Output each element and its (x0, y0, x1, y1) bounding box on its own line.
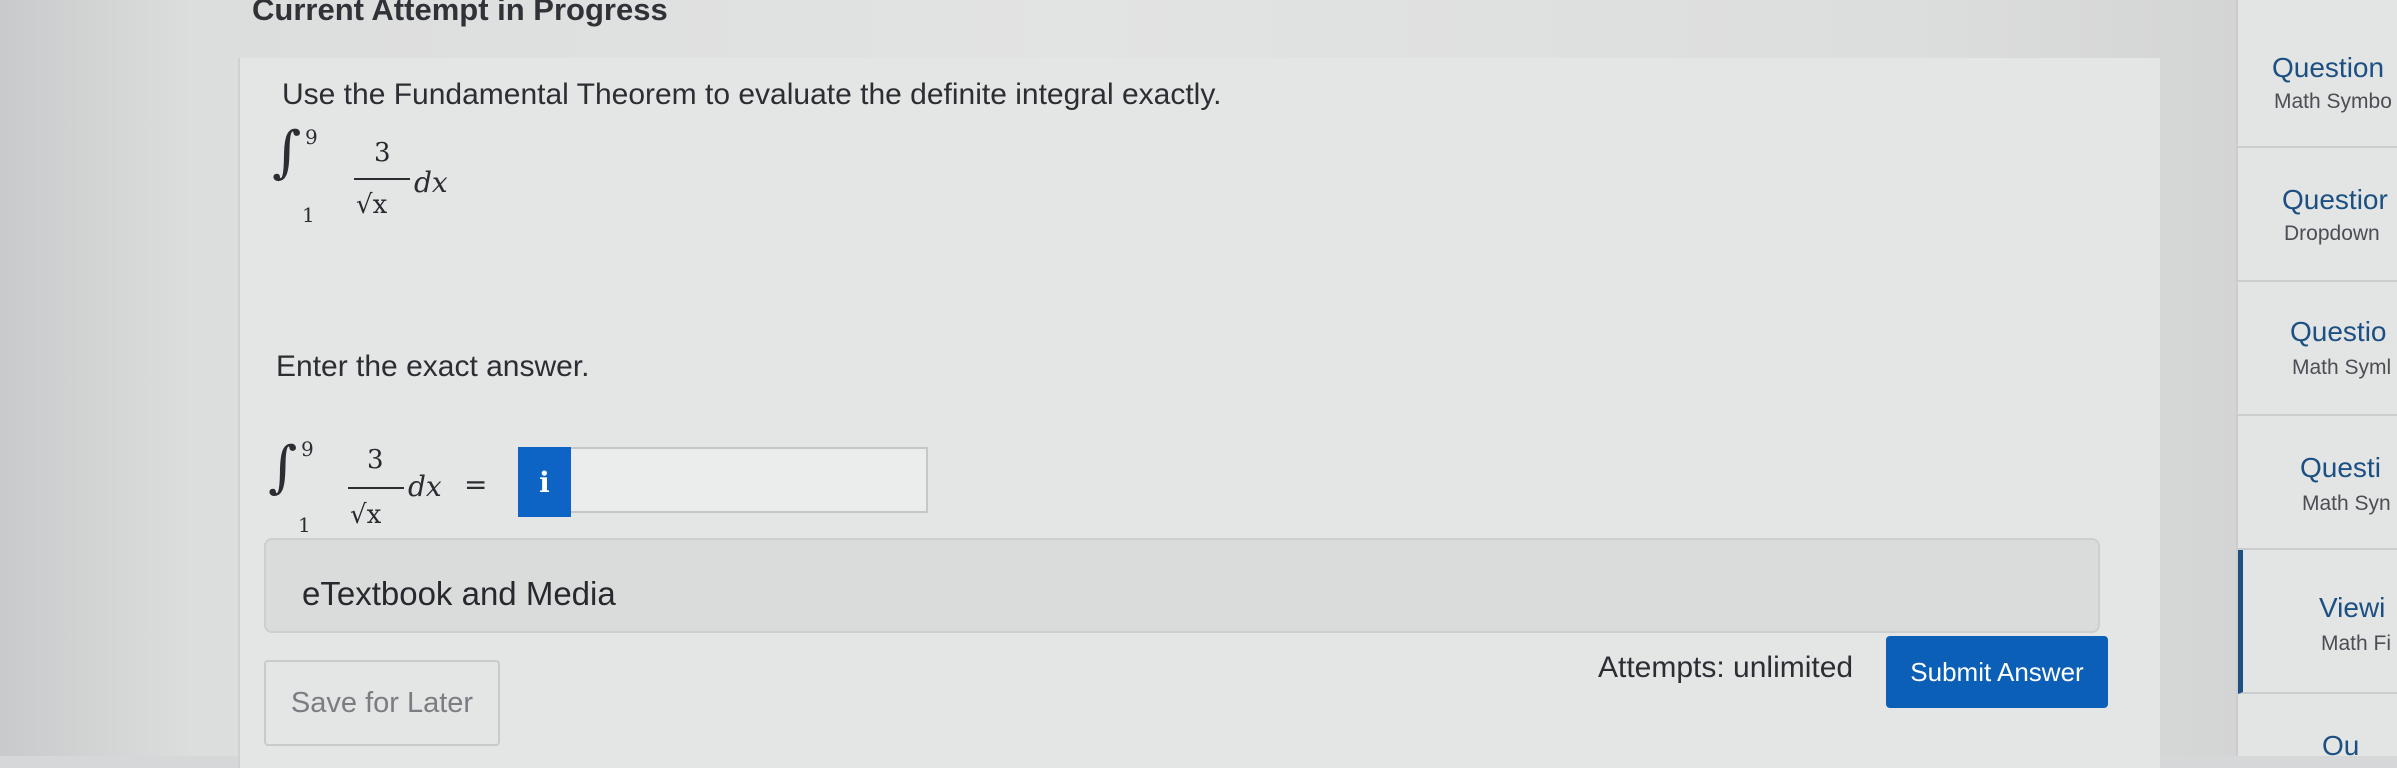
sidebar-item-title: Ou (2322, 730, 2360, 756)
question-sidebar: Question Math Symbo Questior Dropdown Qu… (2236, 0, 2397, 756)
fraction-bar (348, 487, 404, 489)
page-title: Current Attempt in Progress (252, 0, 668, 27)
sidebar-item-subtitle: Math Syn (2302, 492, 2391, 515)
save-for-later-button[interactable]: Save for Later (264, 660, 500, 746)
sidebar-item-subtitle: Math Syml (2292, 356, 2392, 379)
integral-lower-limit: 1 (298, 513, 311, 537)
sidebar-item-subtitle: Dropdown (2284, 222, 2380, 245)
sidebar-item-title: Viewi (2319, 592, 2386, 623)
info-icon[interactable]: i (518, 447, 571, 517)
differential: dx (414, 166, 448, 199)
etextbook-media-label: eTextbook and Media (302, 575, 616, 612)
sidebar-item-title: Questio (2290, 316, 2387, 347)
sidebar-item-subtitle: Math Fi (2321, 632, 2392, 655)
integral-sign: ∫ (268, 435, 298, 500)
fraction-denominator: √x (350, 500, 382, 530)
sidebar-item-quiz[interactable]: Ou (2238, 694, 2397, 756)
sidebar-item-question-4[interactable]: Questi Math Syn (2238, 416, 2397, 550)
integral-upper-limit: 9 (301, 437, 314, 461)
differential: dx (408, 470, 442, 503)
question-prompt: Use the Fundamental Theorem to evaluate … (282, 78, 1222, 111)
attempts-label: Attempts: unlimited (1598, 651, 1854, 684)
etextbook-media-panel[interactable]: eTextbook and Media (264, 538, 2100, 633)
sidebar-item-question-3[interactable]: Questio Math Syml (2238, 282, 2397, 416)
sidebar-item-subtitle: Math Symbo (2274, 90, 2392, 113)
fraction-denominator: √x (356, 190, 388, 220)
integral-lower-limit: 1 (302, 203, 315, 227)
sidebar-item-question-2[interactable]: Questior Dropdown (2238, 148, 2397, 282)
question-card (238, 58, 2160, 768)
integral-sign: ∫ (272, 120, 302, 185)
enter-answer-label: Enter the exact answer. (276, 350, 590, 383)
sidebar-item-title: Questior (2282, 184, 2388, 215)
equals-sign: = (464, 468, 488, 501)
sidebar-item-title: Questi (2300, 452, 2381, 483)
answer-input[interactable] (571, 447, 928, 513)
fraction-bar (354, 178, 410, 180)
fraction-numerator: 3 (367, 445, 384, 475)
sidebar-item-viewing[interactable]: Viewi Math Fi (2238, 550, 2397, 694)
integral-upper-limit: 9 (305, 125, 318, 149)
submit-answer-button[interactable]: Submit Answer (1886, 636, 2108, 708)
sidebar-item-question-1[interactable]: Question Math Symbo (2238, 0, 2397, 148)
fraction-numerator: 3 (374, 138, 391, 168)
sidebar-item-title: Question (2272, 52, 2385, 83)
